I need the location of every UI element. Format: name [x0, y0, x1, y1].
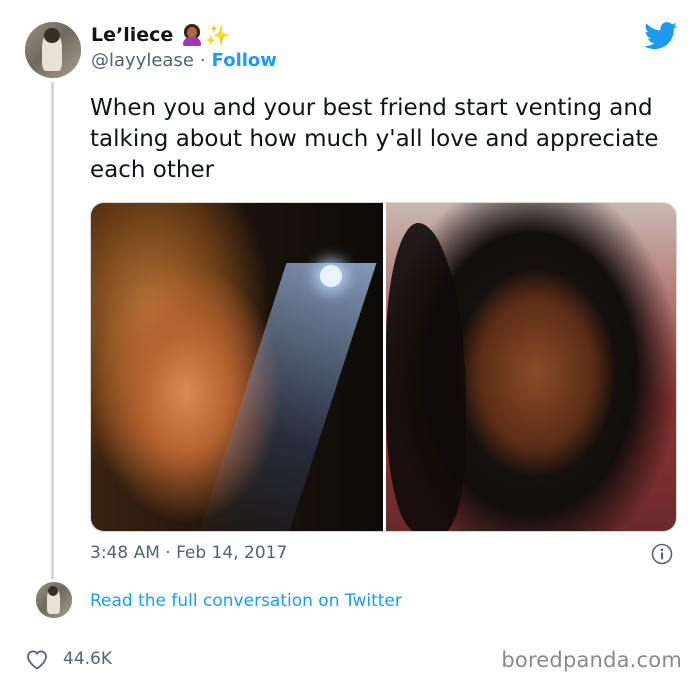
twitter-bird-icon[interactable] — [644, 22, 678, 50]
author-display-name[interactable]: Le’liece — [91, 24, 173, 46]
author-avatar[interactable] — [25, 22, 81, 78]
woman-emoji-icon — [181, 24, 203, 46]
tweet-timestamp[interactable]: 3:48 AM · Feb 14, 2017 — [90, 543, 287, 563]
tweet-media[interactable] — [90, 202, 677, 532]
thread-line — [51, 82, 54, 579]
tweet-text: When you and your best friend start vent… — [90, 95, 659, 183]
heart-icon[interactable] — [25, 648, 49, 670]
reply-avatar[interactable] — [36, 582, 72, 618]
watermark: boredpanda.com — [501, 648, 682, 672]
author-handle-row: @layylease · Follow — [91, 50, 277, 71]
tweet-image-right[interactable] — [386, 203, 676, 531]
tweet-image-left[interactable] — [91, 203, 383, 531]
read-conversation-link[interactable]: Read the full conversation on Twitter — [90, 591, 402, 611]
separator-dot: · — [199, 50, 206, 71]
follow-button[interactable]: Follow — [212, 50, 277, 71]
like-count: 44.6K — [63, 649, 112, 669]
author-handle[interactable]: @layylease — [91, 50, 194, 71]
sparkles-icon: ✨ — [205, 23, 231, 47]
author-name-row: Le’liece ✨ — [91, 24, 230, 46]
like-count-row[interactable]: 44.6K — [25, 648, 112, 670]
info-icon[interactable] — [651, 543, 673, 565]
